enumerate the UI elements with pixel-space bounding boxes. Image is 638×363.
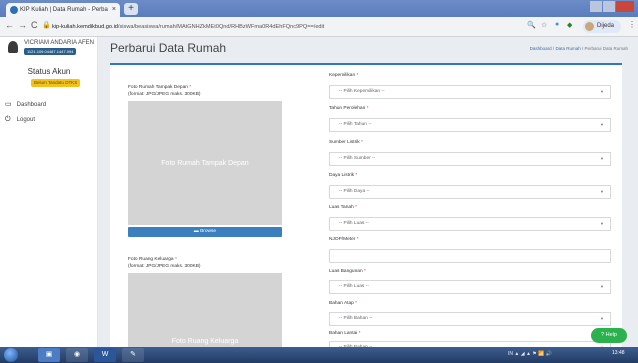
status-badge: Belum Tandatu DTKS <box>31 79 81 87</box>
daya-listrik-select[interactable]: -- Pilih Daya -- ▼ <box>329 185 611 199</box>
luas-bangunan-label: Luas Bangunan * <box>329 269 366 274</box>
luas-tanah-select[interactable]: -- Pilih Luas -- ▼ <box>329 217 611 231</box>
front-photo-label: Foto Rumah Tampak Depan * <box>128 85 192 90</box>
bahan-atap-label: Bahan Atap * <box>329 301 358 306</box>
paint-icon[interactable]: ✎ <box>122 348 144 362</box>
profile-name: Dijeda <box>597 23 615 29</box>
sumber-listrik-select[interactable]: -- Pilih Sumber -- ▼ <box>329 152 611 166</box>
njop-label: NJOP/Meter * <box>329 237 359 242</box>
chevron-down-icon: ▼ <box>600 122 604 127</box>
breadcrumb-current: Perbarui Data Rumah <box>584 46 628 51</box>
kepemilikan-select[interactable]: -- Pilih Kepemilikan -- ▼ <box>329 85 611 99</box>
chevron-down-icon: ▼ <box>600 316 604 321</box>
user-name: VICRIAM ANDARIA AFEN <box>24 40 95 46</box>
breadcrumb: Dashboard / Data Rumah / Perbarui Data R… <box>529 46 628 51</box>
sidebar-item-dashboard[interactable]: ▭ Dashboard <box>5 100 46 108</box>
status-title: Status Akun <box>27 67 71 76</box>
bahan-atap-select[interactable]: -- Pilih Bahan -- ▼ <box>329 312 611 326</box>
bahan-lantai-label: Bahan Lantai * <box>329 331 361 336</box>
extension-icon[interactable]: ● <box>555 21 559 28</box>
chevron-down-icon: ▼ <box>600 189 604 194</box>
system-tray[interactable]: IN ▲ ◢ ▲ ⚑ 📶 🔊 <box>508 351 552 357</box>
minimize-button[interactable] <box>590 1 602 12</box>
avatar <box>8 41 18 53</box>
luas-bangunan-select[interactable]: -- Pilih Luas -- ▼ <box>329 280 611 294</box>
chevron-down-icon: ▼ <box>600 156 604 161</box>
lock-icon[interactable]: 🔒 <box>42 21 51 29</box>
family-photo-label: Foto Ruang Keluarga * <box>128 257 177 262</box>
breadcrumb-dashboard[interactable]: Dashboard <box>530 46 552 51</box>
breadcrumb-data-rumah[interactable]: Data Rumah <box>555 46 580 51</box>
help-button[interactable]: ? Help <box>591 328 627 343</box>
page-title: Perbarui Data Rumah <box>110 41 227 55</box>
family-photo-hint: (format: JPG/JPEG maks. 300KB) <box>128 264 201 269</box>
close-window-button[interactable] <box>616 1 634 12</box>
favicon-icon <box>10 6 18 14</box>
word-icon[interactable]: W <box>94 348 116 362</box>
njop-input[interactable] <box>329 249 611 263</box>
tab-title: KIP Kuliah | Data Rumah - Perba <box>20 7 108 13</box>
family-photo-preview: Foto Ruang Keluarga <box>128 273 282 355</box>
front-photo-preview: Foto Rumah Tampak Depan <box>128 101 282 225</box>
luas-tanah-label: Luas Tanah * <box>329 205 357 210</box>
browser-tab-strip: KIP Kuliah | Data Rumah - Perba × + <box>0 0 638 17</box>
taskbar: ▣ ◉ W ✎ IN ▲ ◢ ▲ ⚑ 📶 🔊 13:48 <box>0 347 638 363</box>
tahun-select[interactable]: -- Pilih Tahun -- ▼ <box>329 118 611 132</box>
chrome-icon[interactable]: ◉ <box>66 348 88 362</box>
profile-button[interactable]: Dijeda <box>583 20 621 33</box>
back-icon[interactable]: ← <box>5 20 14 30</box>
logout-icon: ⏻ <box>5 116 11 123</box>
zoom-icon[interactable]: 🔍 <box>527 21 536 29</box>
window-controls <box>590 1 634 12</box>
reload-icon[interactable]: C <box>31 20 38 30</box>
start-button[interactable] <box>4 348 18 362</box>
sumber-listrik-label: Sumber Listrik * <box>329 140 363 145</box>
sidebar: VICRIAM ANDARIA AFEN 1121.109.04487.1447… <box>0 37 98 347</box>
sidebar-item-logout[interactable]: ⏻ Logout <box>5 116 35 124</box>
daya-listrik-label: Daya Listrik * <box>329 173 358 178</box>
sidebar-item-label: Logout <box>16 117 36 123</box>
form-card: Foto Rumah Tampak Depan * (format: JPG/J… <box>110 63 622 355</box>
sidebar-item-label: Dashboard <box>16 102 47 108</box>
forward-icon[interactable]: → <box>18 20 27 30</box>
chevron-down-icon: ▼ <box>600 221 604 226</box>
dashboard-icon: ▭ <box>5 101 12 108</box>
maximize-button[interactable] <box>603 1 615 12</box>
kepemilikan-label: Kepemilikan * <box>329 73 359 78</box>
url-path: /siswa/beasiswa/rumah/MAtGNHZkMEt0Qnd/RH… <box>117 24 325 30</box>
extension-icon-2[interactable]: ◆ <box>567 21 572 29</box>
chevron-down-icon: ▼ <box>600 89 604 94</box>
explorer-icon[interactable]: ▣ <box>38 348 60 362</box>
new-tab-button[interactable]: + <box>124 3 138 15</box>
front-photo-hint: (format: JPG/JPEG maks. 300KB) <box>128 92 201 97</box>
user-panel: VICRIAM ANDARIA AFEN 1121.109.04487.1447… <box>8 39 94 59</box>
browse-button[interactable]: ▬ Browse <box>128 227 282 237</box>
bookmark-star-icon[interactable]: ☆ <box>541 21 547 29</box>
clock[interactable]: 13:48 <box>612 350 625 356</box>
address-bar: ← → C 🔒 kip-kuliah.kemdikbud.go.id/siswa… <box>0 17 638 37</box>
url-field[interactable]: kip-kuliah.kemdikbud.go.id/siswa/beasisw… <box>52 21 522 33</box>
chevron-down-icon: ▼ <box>600 284 604 289</box>
browser-menu-icon[interactable]: ⋮ <box>628 20 636 29</box>
browser-tab[interactable]: KIP Kuliah | Data Rumah - Perba × <box>6 3 120 17</box>
tab-close-icon[interactable]: × <box>112 3 116 17</box>
user-nim-badge: 1121.109.04487.1447.094 <box>24 48 77 55</box>
tahun-label: Tahun Perolehan * <box>329 106 369 111</box>
profile-avatar <box>585 22 594 31</box>
url-host: kip-kuliah.kemdikbud.go.id <box>52 24 118 30</box>
